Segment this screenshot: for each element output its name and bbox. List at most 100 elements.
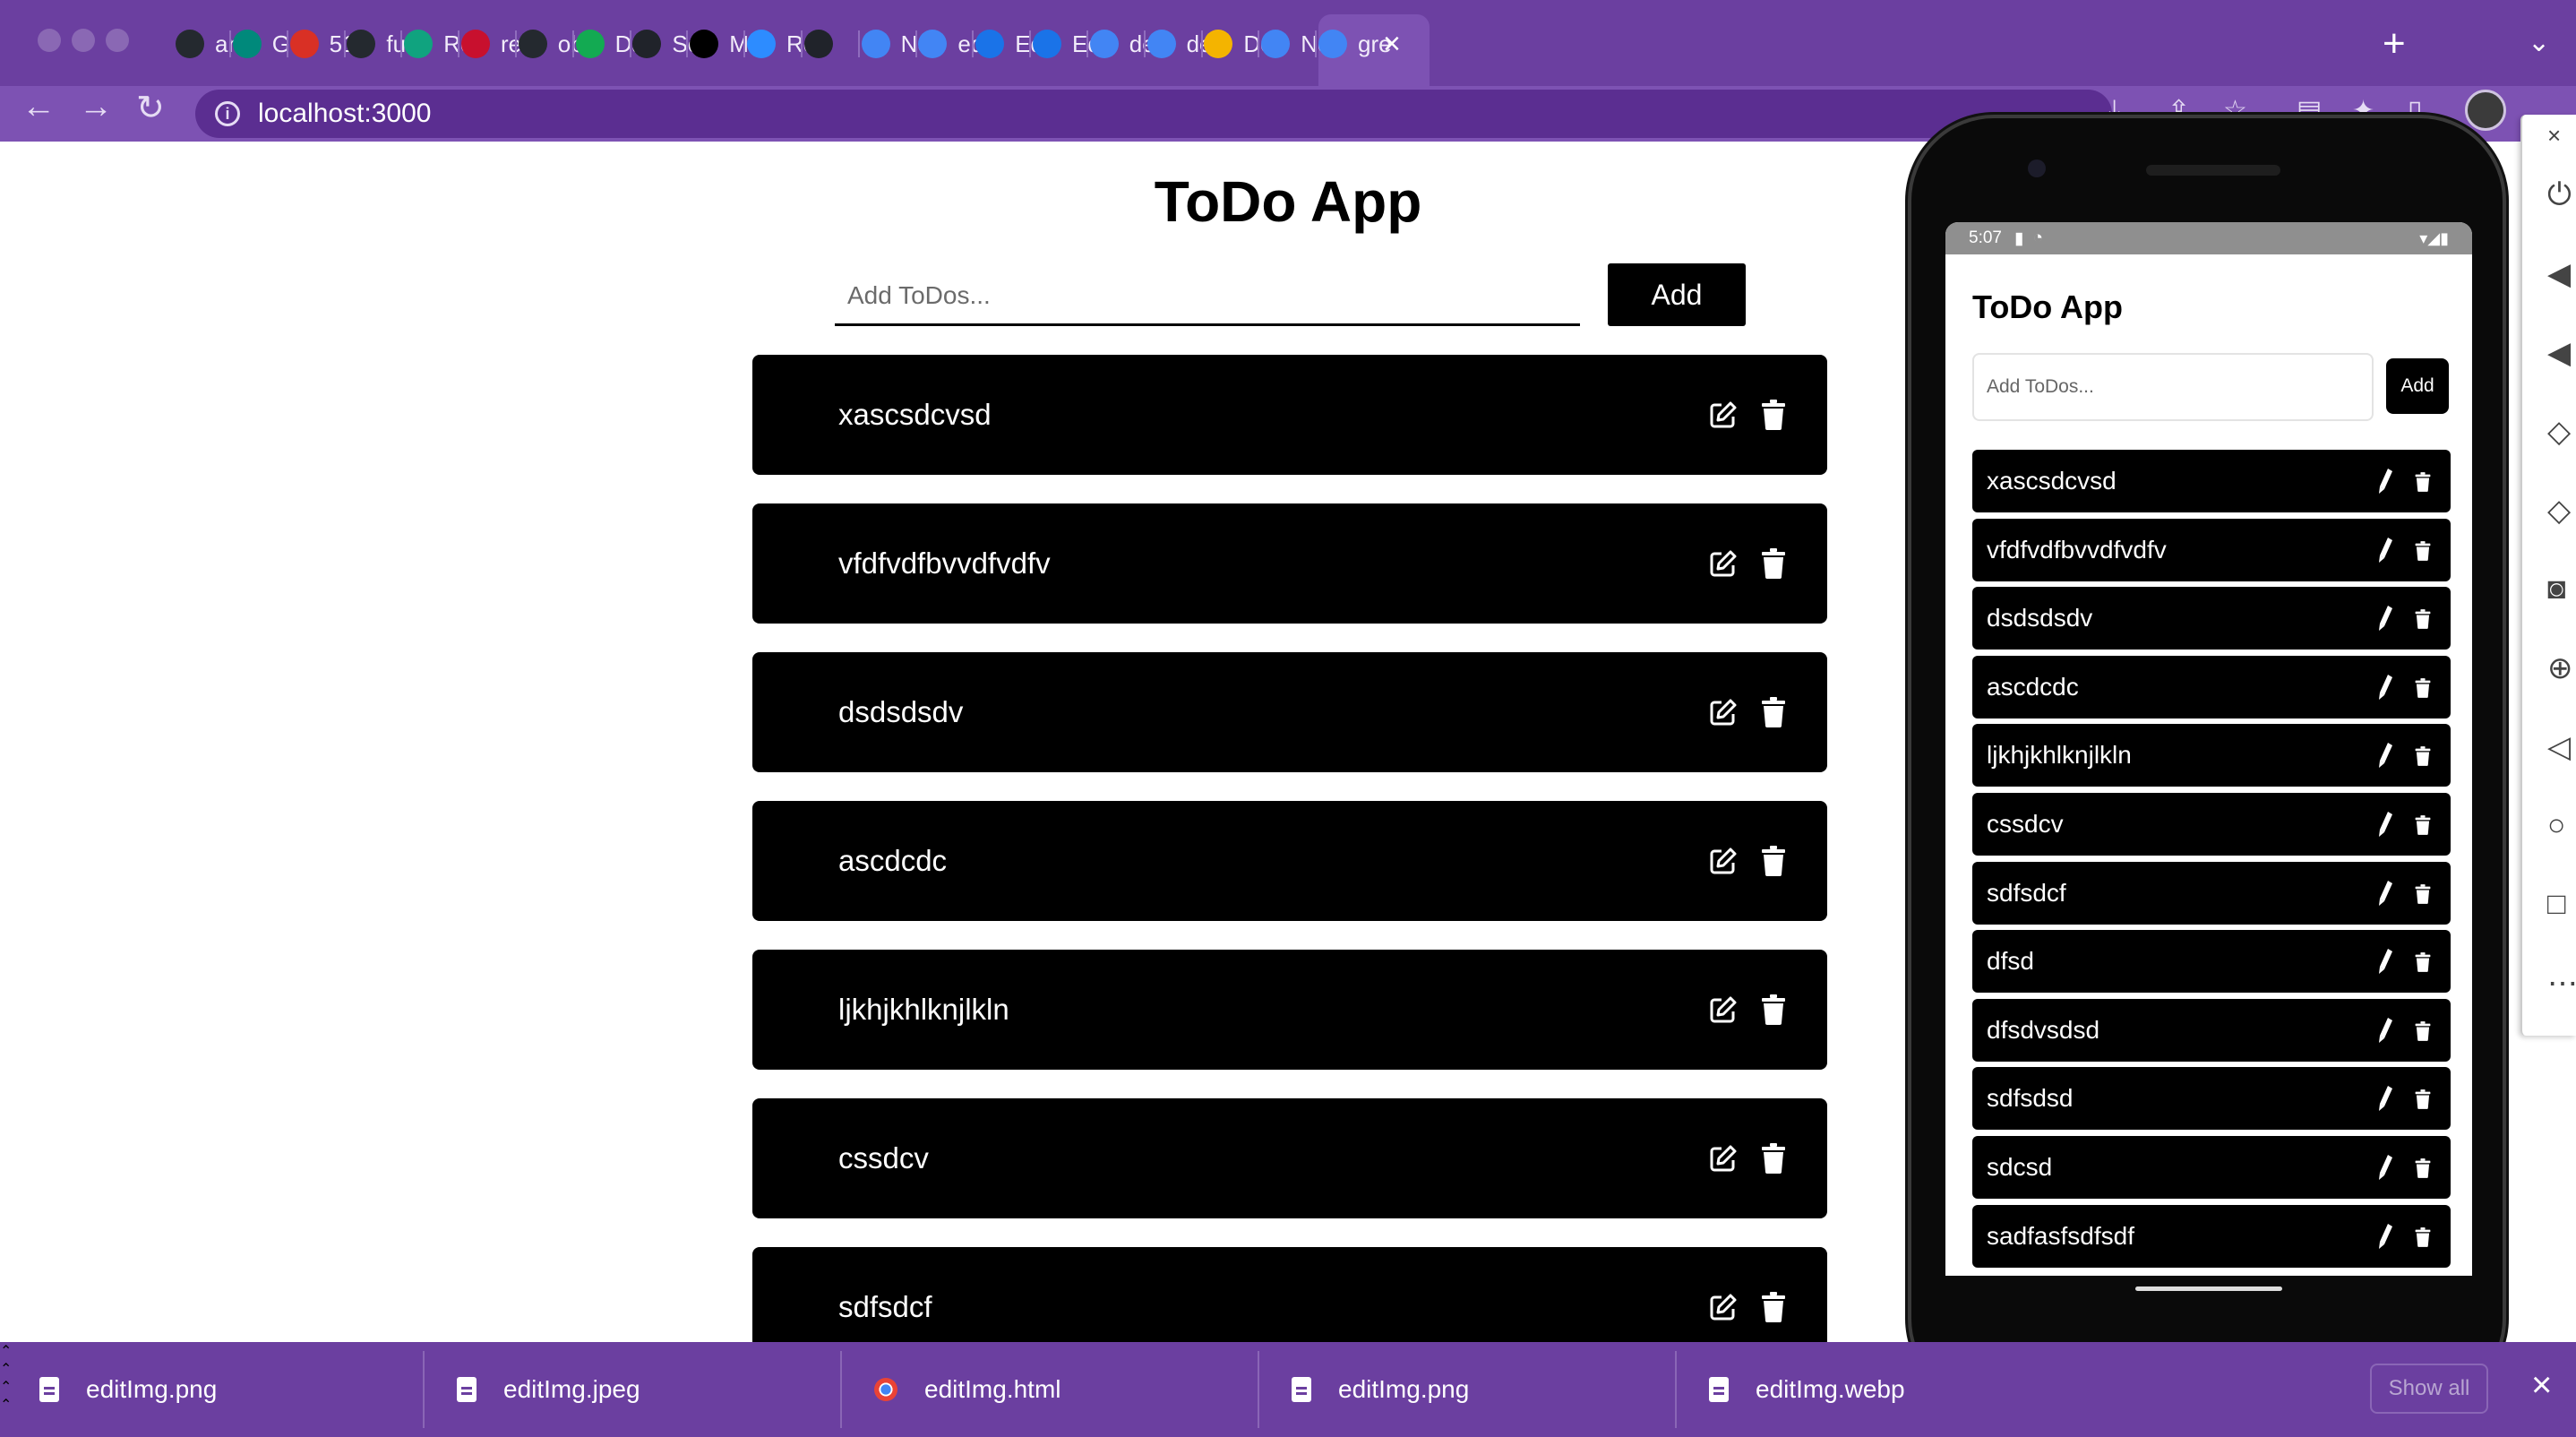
back-nav-icon[interactable]: ◁ bbox=[2547, 729, 2571, 765]
trash-icon[interactable] bbox=[2415, 883, 2431, 905]
reload-icon[interactable]: ↻ bbox=[136, 88, 165, 128]
download-options-chevron-icon[interactable]: ⌃ bbox=[0, 1378, 2576, 1396]
zoom-icon[interactable]: ⊕ bbox=[2547, 650, 2573, 686]
tab-separator bbox=[458, 30, 460, 57]
add-todo-input[interactable] bbox=[835, 267, 1580, 326]
trash-icon[interactable] bbox=[1761, 548, 1786, 579]
pencil-icon[interactable] bbox=[2377, 742, 2393, 769]
add-todo-button[interactable]: Add bbox=[1608, 263, 1746, 326]
download-options-chevron-icon[interactable]: ⌃ bbox=[0, 1342, 2576, 1360]
pencil-icon[interactable] bbox=[2377, 1223, 2393, 1250]
address-bar[interactable]: i localhost:3000 bbox=[195, 90, 2112, 138]
edit-icon[interactable] bbox=[1709, 549, 1738, 578]
window-zoom-button[interactable] bbox=[106, 29, 129, 52]
tab-separator bbox=[972, 30, 975, 57]
mobile-add-todo-input[interactable] bbox=[1972, 353, 2374, 421]
pencil-icon[interactable] bbox=[2377, 537, 2393, 564]
power-icon[interactable]: ⏻ bbox=[2547, 177, 2572, 212]
trash-icon[interactable] bbox=[1761, 1292, 1786, 1322]
close-tab-icon[interactable]: × bbox=[1383, 27, 1401, 62]
download-item[interactable]: editImg.html bbox=[874, 1342, 1061, 1437]
trash-icon[interactable] bbox=[2415, 1020, 2431, 1042]
tab-separator bbox=[914, 30, 917, 57]
mobile-todo-item: dsdsdsdv bbox=[1972, 587, 2451, 650]
link-icon bbox=[1033, 30, 1061, 58]
pencil-icon[interactable] bbox=[2377, 1017, 2393, 1044]
edit-icon[interactable] bbox=[1709, 1144, 1738, 1173]
edit-icon[interactable] bbox=[1709, 847, 1738, 875]
rotate-left-icon[interactable]: ◇ bbox=[2547, 414, 2571, 450]
trash-icon[interactable] bbox=[2415, 677, 2431, 699]
downloads-bar: editImg.png ⌃ editImg.jpeg ⌃ editImg.html ⌃ ed… bbox=[0, 1342, 2576, 1437]
mobile-todo-text: sdfsdsd bbox=[1987, 1084, 2074, 1113]
trash-icon[interactable] bbox=[2415, 1226, 2431, 1248]
pencil-icon[interactable] bbox=[2377, 1085, 2393, 1112]
close-icon[interactable]: × bbox=[2547, 122, 2561, 150]
trash-icon[interactable] bbox=[1761, 994, 1786, 1025]
mobile-todo-list[interactable]: xascsdcvsd vfdfvdfbvvdfvdfv dsdsdsdv ascdcd… bbox=[1972, 450, 2451, 1276]
trash-icon[interactable] bbox=[1761, 697, 1786, 727]
new-tab-button[interactable]: + bbox=[2383, 22, 2406, 66]
download-item[interactable]: editImg.webp bbox=[1709, 1342, 1905, 1437]
trash-icon[interactable] bbox=[1761, 400, 1786, 430]
google-icon bbox=[1318, 30, 1347, 58]
mobile-todo-text: sdfsdcf bbox=[1987, 878, 2066, 907]
volume-down-icon[interactable]: ◀ bbox=[2547, 335, 2571, 371]
zoom-icon bbox=[747, 30, 776, 58]
trash-icon[interactable] bbox=[2415, 1157, 2431, 1179]
download-item[interactable]: editImg.jpeg bbox=[457, 1342, 640, 1437]
trash-icon[interactable] bbox=[2415, 608, 2431, 630]
trash-icon[interactable] bbox=[2415, 1089, 2431, 1110]
back-icon[interactable]: ← bbox=[21, 88, 56, 126]
edit-icon[interactable] bbox=[1709, 995, 1738, 1024]
more-icon[interactable]: ⋯ bbox=[2547, 966, 2576, 1002]
pencil-icon[interactable] bbox=[2377, 674, 2393, 701]
mobile-todo-text: sadfasfsdfsdf bbox=[1987, 1221, 2134, 1250]
volume-up-icon[interactable]: ◀ bbox=[2547, 256, 2571, 292]
download-item[interactable]: editImg.png bbox=[1292, 1342, 1469, 1437]
github-icon bbox=[347, 30, 376, 58]
edit-icon[interactable] bbox=[1709, 400, 1738, 429]
download-options-chevron-icon[interactable]: ⌃ bbox=[0, 1360, 2576, 1378]
forward-icon[interactable]: → bbox=[79, 88, 113, 126]
window-minimize-button[interactable] bbox=[72, 29, 95, 52]
trash-icon[interactable] bbox=[2415, 471, 2431, 493]
trash-icon[interactable] bbox=[2415, 814, 2431, 836]
edit-icon[interactable] bbox=[1709, 1293, 1738, 1321]
pencil-icon[interactable] bbox=[2377, 811, 2393, 838]
trash-icon[interactable] bbox=[2415, 540, 2431, 562]
download-filename: editImg.html bbox=[924, 1375, 1061, 1403]
pencil-icon[interactable] bbox=[2377, 880, 2393, 907]
profile-avatar[interactable] bbox=[2465, 90, 2506, 131]
pencil-icon[interactable] bbox=[2377, 948, 2393, 975]
todo-text: vfdfvdfbvvdfvdfv bbox=[838, 546, 1051, 580]
edit-icon[interactable] bbox=[1709, 698, 1738, 727]
rotate-right-icon[interactable]: ◇ bbox=[2547, 493, 2571, 529]
window-close-button[interactable] bbox=[38, 29, 61, 52]
pencil-icon[interactable] bbox=[2377, 605, 2393, 632]
trash-icon[interactable] bbox=[2415, 951, 2431, 973]
mobile-add-button[interactable]: Add bbox=[2386, 358, 2449, 414]
download-item[interactable]: editImg.png bbox=[39, 1342, 217, 1437]
home-nav-icon[interactable]: ○ bbox=[2547, 808, 2566, 843]
download-options-chevron-icon[interactable]: ⌃ bbox=[0, 1396, 2576, 1414]
mongodb-icon bbox=[575, 30, 605, 58]
close-downloads-bar-icon[interactable]: × bbox=[2531, 1365, 2552, 1406]
download-filename: editImg.png bbox=[1338, 1375, 1470, 1403]
tab-search-icon[interactable]: ⌄ bbox=[2528, 27, 2550, 58]
site-info-icon[interactable]: i bbox=[215, 101, 240, 126]
mobile-todo-text: sdcsd bbox=[1987, 1153, 2053, 1181]
screenshot-icon[interactable]: ◙ bbox=[2547, 572, 2566, 607]
overview-nav-icon[interactable]: □ bbox=[2547, 887, 2566, 922]
browser-tab-bar: aniGoo51:(fullReareaoblDatSetMoReaNevedi… bbox=[0, 0, 2576, 86]
trash-icon[interactable] bbox=[1761, 1143, 1786, 1174]
chrome-icon bbox=[861, 30, 890, 58]
pencil-icon[interactable] bbox=[2377, 468, 2393, 495]
trash-icon[interactable] bbox=[1761, 846, 1786, 876]
home-gesture-bar[interactable] bbox=[2135, 1286, 2282, 1291]
trash-icon[interactable] bbox=[2415, 745, 2431, 767]
pencil-icon[interactable] bbox=[2377, 1154, 2393, 1181]
show-all-downloads-button[interactable]: Show all bbox=[2370, 1364, 2488, 1414]
mobile-todo-text: ascdcdc bbox=[1987, 672, 2079, 701]
ns-icon bbox=[289, 30, 319, 58]
